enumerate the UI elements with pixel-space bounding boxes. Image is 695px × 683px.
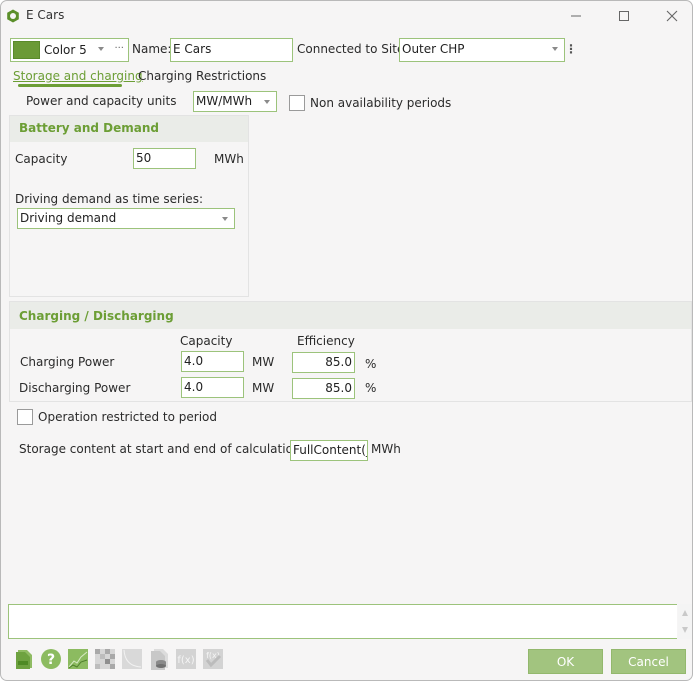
chevron-down-icon	[552, 47, 558, 51]
site-label: Connected to Site:	[297, 42, 409, 56]
col-efficiency-header: Efficiency	[297, 334, 355, 348]
capacity-unit: MWh	[214, 152, 244, 166]
storage-content-unit: MWh	[371, 442, 401, 456]
charging-power-label: Charging Power	[20, 355, 115, 369]
group-header: Battery and Demand	[10, 116, 248, 142]
scroll-down-icon[interactable]	[682, 627, 688, 633]
close-icon	[666, 10, 678, 22]
chevron-down-icon	[98, 47, 104, 51]
close-button[interactable]	[657, 5, 687, 27]
color-picker[interactable]: Color 5 ···	[10, 38, 129, 62]
message-textarea[interactable]	[8, 604, 677, 639]
units-value: MW/MWh	[196, 94, 253, 108]
discharging-capacity-input[interactable]: 4.0	[181, 377, 244, 398]
col-capacity-header: Capacity	[180, 334, 233, 348]
name-label: Name:	[132, 42, 172, 56]
storage-content-label: Storage content at start and end of calc…	[19, 442, 301, 456]
dialog-window: E Cars Color 5 ··· Name: E Cars Connecte…	[0, 0, 693, 681]
maximize-button[interactable]	[609, 5, 639, 27]
document-icon	[16, 650, 32, 669]
units-label: Power and capacity units	[26, 94, 177, 108]
svg-text:?: ?	[47, 652, 55, 668]
document-button[interactable]	[13, 648, 35, 670]
discharging-capacity-unit: MW	[252, 381, 275, 395]
matrix-icon	[95, 649, 115, 669]
discharging-power-label: Discharging Power	[19, 381, 131, 395]
group-header: Charging / Discharging	[10, 302, 691, 329]
minimize-icon	[571, 15, 581, 17]
message-scrollbar[interactable]	[678, 604, 692, 639]
battery-demand-group: Battery and Demand Capacity 50 MWh Drivi…	[9, 115, 249, 297]
minimize-button[interactable]	[561, 5, 591, 27]
maximize-icon	[619, 11, 629, 21]
function-button[interactable]: f(x)	[175, 648, 197, 670]
driving-demand-value: Driving demand	[20, 211, 117, 225]
scroll-up-icon[interactable]	[682, 610, 688, 616]
tab-storage-and-charging[interactable]: Storage and charging	[13, 69, 143, 83]
function-icon: f(x)	[176, 649, 196, 669]
units-dropdown[interactable]: MW/MWh	[193, 91, 277, 112]
ok-button[interactable]: OK	[528, 649, 603, 674]
curve-icon	[122, 649, 142, 669]
name-input[interactable]: E Cars	[170, 38, 293, 62]
driving-demand-label: Driving demand as time series:	[15, 192, 203, 206]
charging-discharging-title: Charging / Discharging	[19, 309, 174, 323]
matrix-button[interactable]	[94, 648, 116, 670]
help-icon: ?	[41, 649, 61, 669]
chevron-down-icon	[222, 217, 228, 221]
charging-efficiency-input[interactable]: 85.0	[292, 352, 355, 373]
active-tab-indicator	[18, 84, 122, 87]
charging-efficiency-unit: %	[365, 357, 377, 371]
non-availability-label: Non availability periods	[310, 96, 452, 110]
title-bar: E Cars	[1, 1, 692, 31]
chevron-down-icon	[264, 100, 270, 104]
discharging-efficiency-unit: %	[365, 381, 377, 395]
function-check-icon: f(x)	[203, 649, 223, 669]
color-name: Color 5	[44, 43, 87, 57]
site-dropdown[interactable]: Outer CHP	[399, 38, 565, 62]
site-value: Outer CHP	[402, 42, 465, 56]
capacity-input[interactable]: 50	[133, 148, 196, 169]
charging-discharging-group: Charging / Discharging Capacity Efficien…	[9, 301, 692, 402]
help-button[interactable]: ?	[40, 648, 62, 670]
tab-charging-restrictions[interactable]: Charging Restrictions	[138, 69, 266, 83]
non-availability-checkbox[interactable]	[289, 95, 305, 111]
curve-button[interactable]	[121, 648, 143, 670]
app-logo-icon	[7, 9, 19, 23]
database-document-icon	[151, 649, 168, 670]
battery-demand-title: Battery and Demand	[19, 121, 160, 135]
driving-demand-dropdown[interactable]: Driving demand	[17, 208, 235, 229]
discharging-efficiency-input[interactable]: 85.0	[292, 378, 355, 399]
svg-text:f(x): f(x)	[177, 655, 194, 666]
charging-capacity-input[interactable]: 4.0	[181, 351, 244, 372]
capacity-label: Capacity	[15, 152, 68, 166]
storage-content-input[interactable]: FullContent(_)	[290, 440, 368, 461]
cancel-button[interactable]: Cancel	[611, 649, 686, 674]
color-more-button[interactable]: ···	[114, 40, 124, 57]
color-swatch	[13, 41, 40, 59]
chart-icon	[68, 649, 88, 669]
window-title: E Cars	[26, 8, 65, 22]
operation-restricted-label: Operation restricted to period	[38, 410, 218, 424]
database-document-button[interactable]	[148, 648, 170, 670]
chart-button[interactable]	[67, 648, 89, 670]
operation-restricted-checkbox[interactable]	[17, 409, 33, 425]
function-check-button[interactable]: f(x)	[202, 648, 224, 670]
site-menu-button[interactable]: ⋮	[565, 42, 577, 56]
charging-capacity-unit: MW	[252, 355, 275, 369]
